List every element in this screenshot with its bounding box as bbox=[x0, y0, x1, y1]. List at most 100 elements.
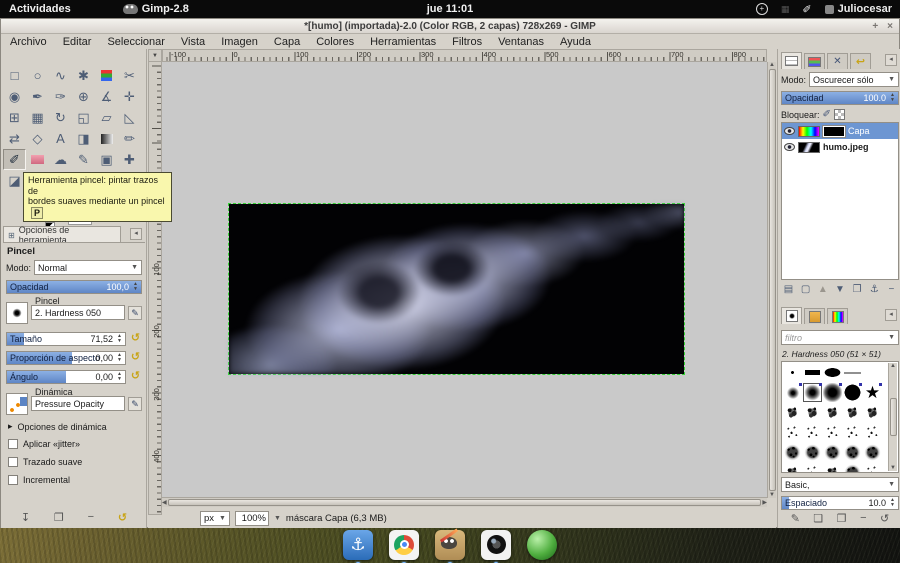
maximize-button[interactable]: + bbox=[872, 19, 878, 34]
brush-cell[interactable] bbox=[803, 463, 822, 472]
jitter-checkbox-row[interactable]: Aplicar «jitter» bbox=[8, 439, 80, 449]
spacing-spin[interactable]: ▲ ▼ bbox=[888, 497, 897, 509]
restore-options-button[interactable]: ❐ bbox=[54, 511, 64, 524]
tool-move[interactable]: ✛ bbox=[118, 86, 141, 107]
horizontal-ruler[interactable]: -100 0 100 200 300 400 500 600 700 800 bbox=[162, 49, 767, 62]
mode-select[interactable]: Normal ▼ bbox=[34, 260, 142, 275]
hscroll-thumb[interactable] bbox=[167, 499, 762, 506]
brush-scroll-thumb[interactable] bbox=[889, 398, 897, 436]
delete-options-button[interactable]: − bbox=[88, 511, 94, 524]
tab-tool-options[interactable]: ⊞ Opciones de herramienta bbox=[3, 225, 121, 245]
tab-channels[interactable] bbox=[804, 53, 825, 69]
jitter-checkbox[interactable] bbox=[8, 439, 18, 449]
brush-cell[interactable] bbox=[843, 443, 862, 462]
scroll-up-icon[interactable]: ▲ bbox=[769, 62, 775, 68]
size-reset-button[interactable]: ↺ bbox=[129, 332, 142, 345]
dock-green-orb[interactable] bbox=[527, 529, 557, 560]
tool-scissors-select[interactable]: ✂ bbox=[118, 65, 141, 86]
dynamics-field[interactable]: Pressure Opacity bbox=[31, 396, 125, 411]
brush-cell[interactable] bbox=[783, 443, 802, 462]
brush-cell[interactable] bbox=[783, 363, 802, 382]
scroll-up-icon[interactable]: ▲ bbox=[890, 363, 896, 369]
layer-opacity-spin[interactable]: ▲ ▼ bbox=[888, 92, 897, 104]
brush-cell[interactable] bbox=[843, 363, 862, 382]
brushes-dock-menu-button[interactable]: ◂ bbox=[885, 309, 897, 321]
vertical-ruler[interactable]: 0100200300400 bbox=[148, 62, 162, 515]
brush-cell[interactable] bbox=[863, 423, 882, 442]
tool-clone[interactable]: ▣ bbox=[95, 149, 118, 170]
angle-reset-button[interactable]: ↺ bbox=[129, 370, 142, 383]
scroll-down-icon[interactable]: ▼ bbox=[769, 492, 775, 498]
dynamics-options-expander[interactable]: ▸ Opciones de dinámica bbox=[8, 421, 107, 432]
dock-chrome[interactable] bbox=[389, 529, 419, 563]
layer-opacity-slider[interactable]: Opacidad 100.0 ▲ ▼ bbox=[781, 90, 899, 105]
incremental-checkbox-row[interactable]: Incremental bbox=[8, 475, 70, 485]
dock-anchor-app[interactable]: ⚓ bbox=[343, 529, 373, 563]
edit-brush-button[interactable]: ✎ bbox=[791, 512, 800, 525]
tool-scale[interactable]: ◱ bbox=[72, 107, 95, 128]
brush-cell[interactable] bbox=[823, 383, 842, 402]
brush-thumbnail[interactable] bbox=[6, 301, 28, 324]
incremental-checkbox[interactable] bbox=[8, 475, 18, 485]
tool-ellipse-select[interactable]: ○ bbox=[26, 65, 49, 86]
brush-cell[interactable] bbox=[783, 423, 802, 442]
edit-brush-button[interactable]: ✎ bbox=[128, 305, 142, 320]
brush-cell[interactable] bbox=[843, 423, 862, 442]
menu-editar[interactable]: Editar bbox=[56, 35, 99, 49]
brush-cell[interactable] bbox=[823, 423, 842, 442]
aspect-spin[interactable]: ▲ ▼ bbox=[115, 352, 124, 364]
tab-gradients[interactable] bbox=[827, 308, 848, 324]
duplicate-brush-button[interactable]: ❐ bbox=[837, 512, 847, 525]
tool-rotate[interactable]: ↻ bbox=[49, 107, 72, 128]
input-pen-icon[interactable]: ✐ bbox=[802, 3, 811, 16]
menu-ventanas[interactable]: Ventanas bbox=[491, 35, 551, 49]
brush-cell[interactable] bbox=[783, 463, 802, 472]
menu-imagen[interactable]: Imagen bbox=[214, 35, 265, 49]
brush-cell[interactable] bbox=[823, 443, 842, 462]
keyboard-indicator-icon[interactable]: ▦ bbox=[781, 4, 790, 15]
scroll-down-icon[interactable]: ▼ bbox=[890, 465, 896, 471]
layer-mode-select[interactable]: Oscurecer sólo ▼ bbox=[809, 72, 899, 87]
accessibility-icon[interactable]: + bbox=[755, 3, 768, 15]
tool-fuzzy-select[interactable]: ✱ bbox=[72, 65, 95, 86]
smooth-checkbox[interactable] bbox=[8, 457, 18, 467]
aspect-slider[interactable]: Proporción de aspecto 0,00 ▲ ▼ bbox=[6, 350, 126, 365]
canvas-viewport[interactable] bbox=[162, 62, 767, 498]
spacing-slider[interactable]: Espaciado 10.0 ▲ ▼ bbox=[781, 495, 899, 510]
brush-cell[interactable] bbox=[803, 363, 822, 382]
brush-cell[interactable] bbox=[823, 403, 842, 422]
tool-shear[interactable]: ▱ bbox=[95, 107, 118, 128]
user-menu[interactable]: Juliocesar bbox=[824, 3, 892, 15]
tool-zoom[interactable]: ⊕ bbox=[72, 86, 95, 107]
tool-align[interactable]: ⊞ bbox=[3, 107, 26, 128]
smooth-checkbox-row[interactable]: Trazado suave bbox=[8, 457, 82, 467]
brush-cell[interactable] bbox=[843, 383, 862, 402]
tab-patterns[interactable] bbox=[804, 308, 825, 324]
refresh-brushes-button[interactable]: ↺ bbox=[880, 512, 889, 525]
unit-select[interactable]: px ▼ bbox=[200, 510, 230, 526]
brush-cell[interactable] bbox=[843, 403, 862, 422]
vscroll-thumb[interactable] bbox=[768, 69, 776, 491]
menu-filtros[interactable]: Filtros bbox=[445, 35, 489, 49]
tool-paintbrush[interactable]: ✐ bbox=[3, 149, 26, 170]
tool-crop[interactable]: ▦ bbox=[26, 107, 49, 128]
dock-camera-app[interactable] bbox=[481, 529, 511, 563]
anchor-layer-button[interactable]: ⚓ bbox=[867, 283, 882, 297]
size-slider[interactable]: Tamaño 71,52 ▲ ▼ bbox=[6, 331, 126, 346]
visibility-eye-icon[interactable] bbox=[784, 127, 795, 135]
tool-select-by-color[interactable] bbox=[95, 65, 118, 86]
tool-measure[interactable]: ∡ bbox=[95, 86, 118, 107]
duplicate-layer-button[interactable]: ❐ bbox=[850, 283, 865, 297]
tab-brushes[interactable] bbox=[781, 307, 802, 324]
brush-cell[interactable] bbox=[803, 423, 822, 442]
reset-options-button[interactable]: ↺ bbox=[118, 511, 127, 524]
opacity-slider[interactable]: Opacidad 100,0 ▲ ▼ bbox=[6, 279, 142, 294]
delete-layer-button[interactable]: − bbox=[884, 283, 899, 297]
tool-bucket-fill[interactable]: ◨ bbox=[72, 128, 95, 149]
tool-pencil[interactable]: ✏ bbox=[118, 128, 141, 149]
vertical-scrollbar[interactable]: ▲ ▼ bbox=[767, 62, 776, 498]
new-layer-button[interactable]: ▤ bbox=[781, 283, 796, 297]
brush-cell[interactable] bbox=[823, 363, 842, 382]
tool-heal[interactable]: ✚ bbox=[118, 149, 141, 170]
brush-grid-scrollbar[interactable]: ▲ ▼ bbox=[888, 363, 897, 471]
